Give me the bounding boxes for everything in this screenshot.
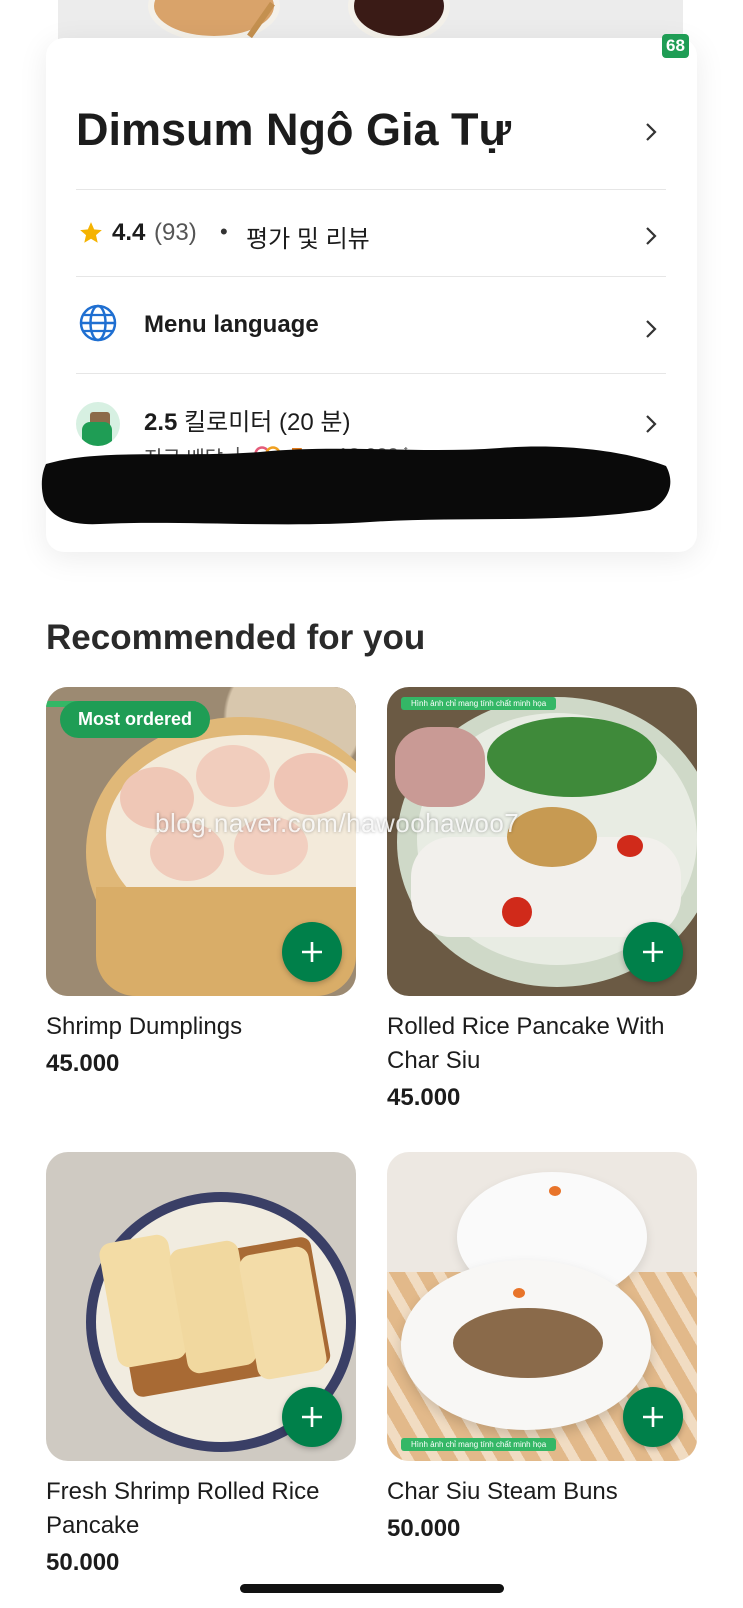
item-name: Char Siu Steam Buns [387, 1478, 618, 1505]
menu-item-card[interactable]: Hình ảnh chỉ mang tính chất minh họa Rol… [387, 687, 697, 1112]
redaction-mark [41, 446, 671, 525]
chevron-right-icon [644, 414, 658, 433]
add-to-cart-button[interactable] [282, 922, 342, 982]
item-price: 45.000 [46, 1050, 120, 1077]
chevron-right-icon [644, 319, 658, 338]
item-name: Fresh Shrimp Rolled Rice Pancake [46, 1478, 320, 1539]
food-image[interactable] [46, 1152, 356, 1461]
item-price: 50.000 [387, 1515, 461, 1542]
food-image[interactable]: Hình ảnh chỉ mang tính chất minh họa [387, 1152, 697, 1461]
star-icon [78, 220, 104, 251]
reviews-link[interactable]: 평가 및 리뷰 [246, 219, 370, 254]
counter-badge: 68 [662, 34, 689, 58]
delivery-distance: 2.5 킬로미터 (20 분) [144, 409, 351, 436]
menu-item-card[interactable]: Most ordered Shrimp Dumplings 45.000 [46, 687, 356, 1078]
chevron-right-icon [644, 122, 658, 141]
illustration-notice: Hình ảnh chỉ mang tính chất minh họa [401, 697, 557, 710]
rating-row[interactable]: 4.4 (93) • 평가 및 리뷰 [76, 190, 666, 277]
plus-icon [302, 1407, 322, 1427]
bullet-separator: • [220, 219, 228, 244]
plus-icon [643, 1407, 663, 1427]
plus-icon [302, 942, 322, 962]
menu-item-card[interactable]: Fresh Shrimp Rolled Rice Pancake 50.000 [46, 1152, 356, 1577]
most-ordered-badge: Most ordered [60, 701, 211, 738]
menu-item-card[interactable]: Hình ảnh chỉ mang tính chất minh họa Cha… [387, 1152, 697, 1543]
rating-count: (93) [154, 219, 197, 246]
item-name: Rolled Rice Pancake With Char Siu [387, 1013, 665, 1074]
restaurant-name: Dimsum Ngô Gia Tự [76, 104, 512, 155]
globe-icon [78, 303, 118, 348]
add-to-cart-button[interactable] [282, 1387, 342, 1447]
item-price: 50.000 [46, 1549, 120, 1576]
item-price: 45.000 [387, 1084, 461, 1111]
add-to-cart-button[interactable] [623, 1387, 683, 1447]
blog-watermark: blog.naver.com/hawoohawoo7 [155, 808, 520, 838]
home-indicator[interactable] [240, 1584, 504, 1593]
menu-language-row[interactable]: Menu language [76, 277, 666, 374]
restaurant-name-row[interactable]: Dimsum Ngô Gia Tự [76, 68, 666, 190]
food-image[interactable]: Hình ảnh chỉ mang tính chất minh họa [387, 687, 697, 996]
add-to-cart-button[interactable] [623, 922, 683, 982]
rating-value: 4.4 [112, 219, 146, 246]
menu-language-label: Menu language [144, 311, 319, 338]
item-name: Shrimp Dumplings [46, 1013, 243, 1040]
food-image[interactable]: Most ordered [46, 687, 356, 996]
illustration-notice: Hình ảnh chỉ mang tính chất minh họa [401, 1438, 557, 1451]
plus-icon [643, 942, 663, 962]
section-title: Recommended for you [46, 618, 426, 657]
chevron-right-icon [644, 226, 658, 245]
